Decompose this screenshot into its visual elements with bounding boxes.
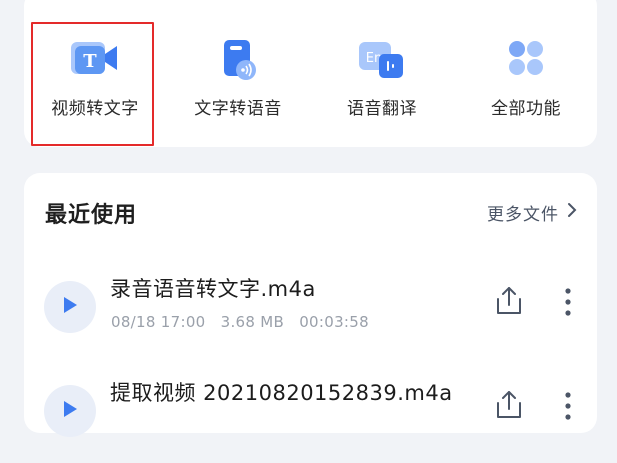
more-vertical-icon[interactable] — [564, 287, 572, 321]
feature-label: 全部功能 — [491, 99, 561, 119]
feature-label: 文字转语音 — [194, 99, 282, 119]
voice-translate-icon: En — [357, 38, 407, 86]
feature-all-functions[interactable]: 全部功能 — [461, 0, 591, 147]
text-to-speech-icon — [216, 38, 260, 86]
more-files-link[interactable]: 更多文件 — [487, 200, 577, 225]
file-row[interactable]: 提取视频 20210820152839.m4a — [24, 373, 597, 463]
share-icon[interactable] — [494, 285, 524, 321]
file-meta: 08/18 17:00 3.68 MB 00:03:58 — [111, 313, 379, 331]
features-card: T 视频转文字 文字转语音 En 语音翻译 全部功能 — [24, 0, 597, 147]
play-icon — [61, 295, 79, 319]
section-title: 最近使用 — [45, 203, 138, 228]
feature-label: 语音翻译 — [347, 99, 417, 119]
svg-text:T: T — [83, 51, 97, 72]
feature-label: 视频转文字 — [51, 99, 139, 119]
file-date: 08/18 17:00 — [111, 313, 206, 331]
recent-card: 最近使用 更多文件 录音语音转文字.m4a 08/18 17:00 3.68 M… — [24, 173, 597, 437]
video-to-text-icon: T — [69, 38, 121, 82]
file-name: 提取视频 20210820152839.m4a — [110, 381, 453, 405]
file-duration: 00:03:58 — [299, 313, 369, 331]
chevron-right-icon — [567, 202, 577, 223]
feature-video-to-text[interactable]: T 视频转文字 — [30, 0, 160, 147]
feature-voice-translate[interactable]: En 语音翻译 — [317, 0, 447, 147]
more-vertical-icon[interactable] — [564, 391, 572, 425]
file-size: 3.68 MB — [220, 313, 285, 331]
file-name: 录音语音转文字.m4a — [110, 277, 316, 301]
file-row[interactable]: 录音语音转文字.m4a 08/18 17:00 3.68 MB 00:03:58 — [24, 269, 597, 359]
more-files-label: 更多文件 — [487, 205, 559, 225]
share-icon[interactable] — [494, 389, 524, 425]
play-icon — [61, 399, 79, 423]
feature-grid: T 视频转文字 文字转语音 En 语音翻译 全部功能 — [24, 0, 597, 147]
play-button[interactable] — [44, 385, 96, 437]
all-functions-icon — [506, 38, 546, 82]
feature-text-to-speech[interactable]: 文字转语音 — [173, 0, 303, 147]
play-button[interactable] — [44, 281, 96, 333]
